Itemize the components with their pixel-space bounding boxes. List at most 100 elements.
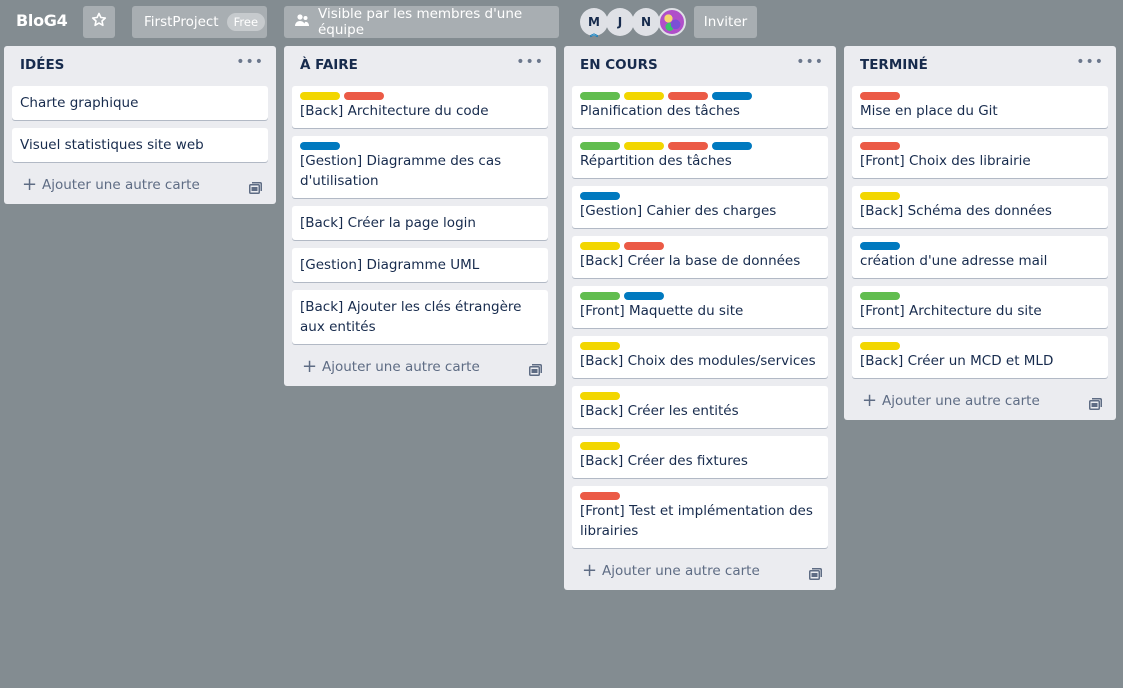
card-labels[interactable]: [860, 92, 1100, 100]
label-red[interactable]: [668, 92, 708, 100]
label-yellow[interactable]: [580, 242, 620, 250]
label-green[interactable]: [580, 292, 620, 300]
card-labels[interactable]: [580, 342, 820, 350]
add-card-button[interactable]: + Ajouter une autre carte: [284, 350, 556, 386]
card[interactable]: [Back] Schéma des données: [852, 186, 1108, 228]
card-labels[interactable]: [300, 92, 540, 100]
label-red[interactable]: [344, 92, 384, 100]
label-blue[interactable]: [580, 192, 620, 200]
card[interactable]: Visuel statistiques site web: [12, 128, 268, 162]
card[interactable]: [Back] Architecture du code: [292, 86, 548, 128]
avatar-member-image[interactable]: [658, 8, 686, 36]
star-board-button[interactable]: [83, 6, 115, 38]
avatar-member-j[interactable]: J: [606, 8, 634, 36]
card-labels[interactable]: [860, 192, 1100, 200]
list-title[interactable]: EN COURS: [580, 57, 658, 73]
label-yellow[interactable]: [860, 342, 900, 350]
add-card-button[interactable]: + Ajouter une autre carte: [564, 554, 836, 590]
card-labels[interactable]: [580, 442, 820, 450]
label-yellow[interactable]: [580, 442, 620, 450]
label-green[interactable]: [580, 142, 620, 150]
card-labels[interactable]: [860, 342, 1100, 350]
card[interactable]: [Back] Créer la page login: [292, 206, 548, 240]
list-menu-icon[interactable]: •••: [796, 54, 824, 70]
label-blue[interactable]: [624, 292, 664, 300]
list-menu-icon[interactable]: •••: [1076, 54, 1104, 70]
card[interactable]: [Back] Choix des modules/services: [572, 336, 828, 378]
card-labels[interactable]: [580, 142, 820, 150]
board-title[interactable]: BloG4: [16, 11, 68, 30]
card[interactable]: création d'une adresse mail: [852, 236, 1108, 278]
avatar-member-n[interactable]: N: [632, 8, 660, 36]
card-template-icon[interactable]: [529, 361, 542, 380]
card-template-icon[interactable]: [1089, 395, 1102, 414]
card[interactable]: [Front] Architecture du site: [852, 286, 1108, 328]
add-card-button[interactable]: + Ajouter une autre carte: [844, 384, 1116, 420]
label-red[interactable]: [860, 92, 900, 100]
card-template-icon[interactable]: [809, 565, 822, 584]
card[interactable]: [Back] Créer les entités: [572, 386, 828, 428]
visibility-button[interactable]: Visible par les membres d'une équipe: [284, 6, 559, 38]
card-title: [Front] Maquette du site: [580, 303, 744, 319]
card[interactable]: [Back] Créer des fixtures: [572, 436, 828, 478]
label-blue[interactable]: [860, 242, 900, 250]
label-blue[interactable]: [712, 92, 752, 100]
card[interactable]: Mise en place du Git: [852, 86, 1108, 128]
card-labels[interactable]: [300, 142, 540, 150]
card[interactable]: [Front] Test et implémentation des libra…: [572, 486, 828, 548]
list: À FAIRE ••• [Back] Architecture du code [Ge…: [284, 46, 556, 386]
label-blue[interactable]: [300, 142, 340, 150]
invite-button[interactable]: Inviter: [694, 6, 757, 38]
card-labels[interactable]: [580, 292, 820, 300]
card[interactable]: [Front] Choix des librairie: [852, 136, 1108, 178]
card[interactable]: [Gestion] Cahier des charges: [572, 186, 828, 228]
card-labels[interactable]: [860, 242, 1100, 250]
card-labels[interactable]: [860, 292, 1100, 300]
card[interactable]: Répartition des tâches: [572, 136, 828, 178]
card-title: [Gestion] Diagramme des cas d'utilisatio…: [300, 153, 502, 189]
card-labels[interactable]: [580, 392, 820, 400]
card-labels[interactable]: [860, 142, 1100, 150]
list-menu-icon[interactable]: •••: [516, 54, 544, 70]
card-labels[interactable]: [580, 192, 820, 200]
label-yellow[interactable]: [300, 92, 340, 100]
card-title: Planification des tâches: [580, 103, 740, 119]
label-yellow[interactable]: [580, 342, 620, 350]
list-menu-icon[interactable]: •••: [236, 54, 264, 70]
team-visibility-icon: [294, 13, 318, 31]
admin-chevron-icon: ︽: [590, 29, 598, 38]
card[interactable]: [Back] Créer un MCD et MLD: [852, 336, 1108, 378]
label-red[interactable]: [860, 142, 900, 150]
board-header: BloG4 FirstProject Free Visible par les …: [0, 0, 1123, 44]
label-yellow[interactable]: [624, 142, 664, 150]
list-title[interactable]: IDÉES: [20, 57, 64, 73]
card-title: [Gestion] Cahier des charges: [580, 203, 777, 219]
add-card-button[interactable]: + Ajouter une autre carte: [4, 168, 276, 204]
card[interactable]: Charte graphique: [12, 86, 268, 120]
team-button[interactable]: FirstProject Free: [132, 6, 267, 38]
list-title[interactable]: À FAIRE: [300, 57, 358, 73]
label-green[interactable]: [580, 92, 620, 100]
card-labels[interactable]: [580, 242, 820, 250]
card-labels[interactable]: [580, 492, 820, 500]
avatar-member-m[interactable]: M ︽: [580, 8, 608, 38]
card[interactable]: [Gestion] Diagramme UML: [292, 248, 548, 282]
list: EN COURS ••• Planification des tâches Répar…: [564, 46, 836, 590]
label-blue[interactable]: [712, 142, 752, 150]
label-red[interactable]: [668, 142, 708, 150]
card[interactable]: [Front] Maquette du site: [572, 286, 828, 328]
label-yellow[interactable]: [624, 92, 664, 100]
list-title[interactable]: TERMINÉ: [860, 57, 928, 73]
label-yellow[interactable]: [860, 192, 900, 200]
plus-icon: +: [22, 174, 38, 195]
card[interactable]: Planification des tâches: [572, 86, 828, 128]
label-yellow[interactable]: [580, 392, 620, 400]
label-green[interactable]: [860, 292, 900, 300]
label-red[interactable]: [580, 492, 620, 500]
card[interactable]: [Gestion] Diagramme des cas d'utilisatio…: [292, 136, 548, 198]
card[interactable]: [Back] Ajouter les clés étrangère aux en…: [292, 290, 548, 344]
label-red[interactable]: [624, 242, 664, 250]
card-template-icon[interactable]: [249, 179, 262, 198]
card[interactable]: [Back] Créer la base de données: [572, 236, 828, 278]
card-labels[interactable]: [580, 92, 820, 100]
